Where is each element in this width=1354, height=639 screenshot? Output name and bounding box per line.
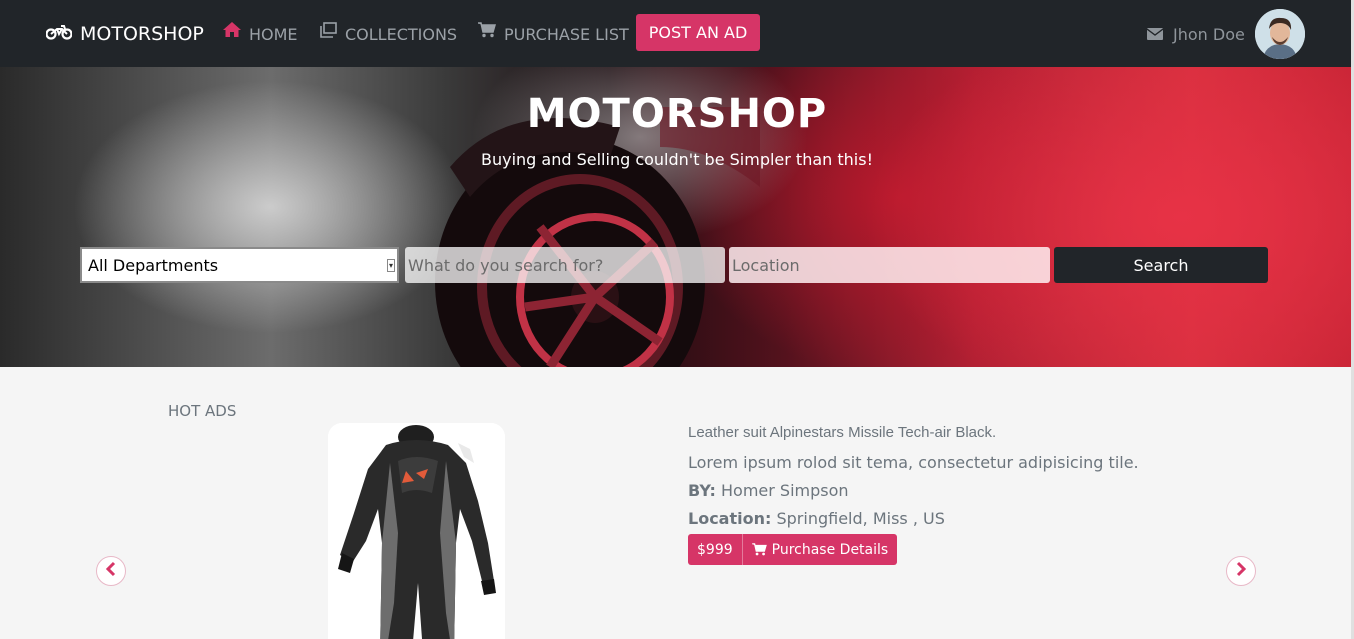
select-arrow-icon: ▾ [387, 259, 395, 272]
brand-name: MOTORSHOP [80, 23, 204, 45]
chevron-left-icon [105, 561, 117, 581]
avatar[interactable] [1255, 9, 1305, 59]
envelope-icon [1147, 28, 1163, 40]
brand-link[interactable]: MOTORSHOP [45, 22, 204, 46]
post-ad-button[interactable]: POST AN AD [636, 14, 760, 51]
price-badge[interactable]: $999 [688, 534, 743, 565]
carousel-prev-button[interactable] [96, 556, 126, 586]
home-icon [223, 21, 241, 37]
product-description: Lorem ipsum rolod sit tema, consectetur … [688, 453, 1139, 472]
location-input[interactable]: Location [729, 247, 1050, 283]
nav-home[interactable]: HOME [223, 21, 298, 46]
motorcycle-icon [45, 23, 80, 45]
user-menu[interactable]: Jhon Doe [1147, 22, 1245, 46]
price-button-group: $999 Purchase Details [688, 534, 898, 565]
product-location: Location: Springfield, Miss , US [688, 509, 945, 528]
user-name: Jhon Doe [1173, 24, 1245, 44]
nav-collections-label: COLLECTIONS [345, 24, 458, 44]
product-seller: BY: Homer Simpson [688, 481, 849, 500]
location-value: Springfield, Miss , US [776, 509, 945, 528]
nav-purchase-label: PURCHASE LIST [504, 24, 629, 44]
nav-home-label: HOME [249, 24, 298, 44]
seller-label: BY: [688, 481, 716, 500]
nav-purchase-list[interactable]: PURCHASE LIST [478, 22, 629, 46]
nav-collections[interactable]: COLLECTIONS [320, 22, 457, 46]
seller-name: Homer Simpson [721, 481, 849, 500]
product-image-card[interactable] [328, 423, 505, 639]
navbar: MOTORSHOP HOME COLLECTIONS PURCHASE LIST… [0, 0, 1354, 67]
hero-banner: MOTORSHOP Buying and Selling couldn't be… [0, 67, 1354, 367]
department-select-value: All Departments [88, 255, 219, 275]
leather-suit-image [328, 423, 505, 639]
collections-icon [320, 22, 337, 38]
hero-subtitle: Buying and Selling couldn't be Simpler t… [481, 150, 873, 169]
purchase-details-button[interactable]: Purchase Details [742, 534, 898, 565]
cart-icon [751, 543, 767, 556]
purchase-details-label: Purchase Details [771, 541, 889, 558]
carousel-next-button[interactable] [1226, 556, 1256, 586]
location-label: Location: [688, 509, 772, 528]
search-button[interactable]: Search [1054, 247, 1268, 283]
product-title: Leather suit Alpinestars Missile Tech-ai… [688, 424, 997, 441]
department-select[interactable]: All Departments ▾ [80, 247, 399, 283]
cart-icon [478, 22, 496, 38]
search-input[interactable]: What do you search for? [405, 247, 725, 283]
chevron-right-icon [1235, 561, 1247, 581]
hero-title: MOTORSHOP [526, 91, 828, 137]
motorcycle-wheel-image [435, 107, 760, 367]
hot-ads-heading: HOT ADS [168, 402, 237, 420]
